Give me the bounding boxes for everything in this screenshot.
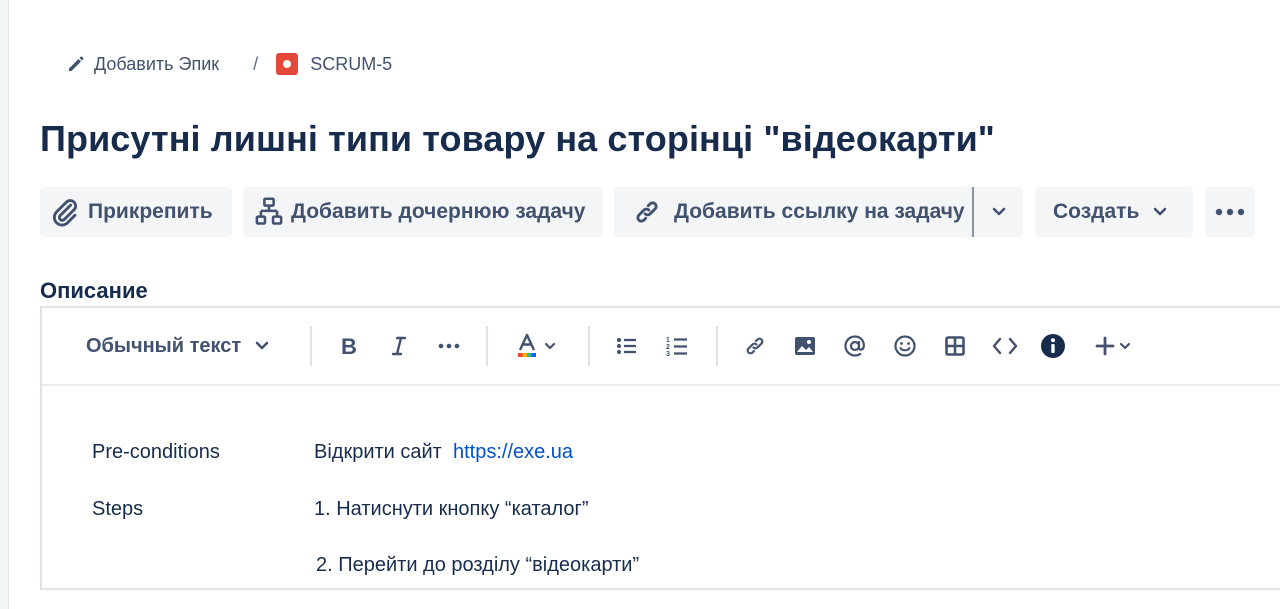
toolbar-divider [310, 326, 312, 366]
bug-icon [276, 53, 299, 75]
child-issue-icon [255, 197, 283, 225]
add-epic-link[interactable]: Добавить Эпик [66, 54, 219, 75]
steps-label: Steps [92, 498, 144, 520]
left-panel-edge [0, 0, 9, 609]
link-icon [636, 201, 658, 223]
create-label: Создать [1053, 200, 1140, 223]
emoji-button[interactable] [890, 332, 920, 360]
italic-button[interactable] [384, 332, 414, 360]
issue-key-label: SCRUM-5 [310, 53, 393, 74]
code-icon [992, 337, 1018, 355]
create-button[interactable]: Создать [1035, 187, 1193, 237]
precondition-value: Відкрити сайт https://exe.ua [314, 441, 573, 464]
site-link[interactable]: https://exe.ua [453, 441, 573, 463]
description-editor[interactable]: Обычный текст B 1 2 3 Pre-conditions Від… [40, 306, 1280, 590]
insert-icon [1095, 336, 1115, 356]
bullet-list-icon [617, 338, 636, 354]
insert-link-button[interactable] [740, 332, 770, 360]
bold-button[interactable]: B [334, 332, 364, 360]
insert-image-button[interactable] [790, 332, 820, 360]
text-color-button[interactable] [510, 332, 562, 360]
chevron-down-icon [1154, 207, 1167, 216]
breadcrumb: Добавить Эпик / SCRUM-5 [66, 50, 392, 78]
chevron-down-icon [255, 341, 269, 350]
paperclip-icon [52, 199, 78, 227]
code-snippet-button[interactable] [990, 332, 1020, 360]
text-style-dropdown[interactable]: Обычный текст [86, 332, 276, 360]
bullet-list-button[interactable] [612, 332, 642, 360]
add-epic-label: Добавить Эпик [94, 53, 220, 74]
more-formatting-button[interactable] [434, 332, 464, 360]
add-link-dropdown-button[interactable] [974, 187, 1023, 237]
precondition-text: Відкрити сайт [314, 441, 442, 463]
chevron-down-icon [544, 342, 556, 350]
chevron-down-icon [1119, 342, 1131, 350]
numbered-list-icon: 1 2 3 [666, 337, 687, 357]
issue-actions-toolbar: Прикрепить Добавить дочернюю задачу Доба… [40, 187, 1255, 237]
attach-button[interactable]: Прикрепить [40, 187, 232, 237]
table-icon [945, 336, 965, 356]
add-link-label: Добавить ссылку на задачу [674, 200, 965, 223]
insert-table-button[interactable] [940, 332, 970, 360]
emoji-icon [894, 335, 916, 357]
image-icon [795, 337, 815, 355]
add-link-split-button: Добавить ссылку на задачу [614, 187, 1023, 237]
toolbar-divider [716, 326, 718, 366]
bold-icon: B [341, 335, 357, 357]
svg-text:B: B [341, 335, 357, 357]
issue-title[interactable]: Присутні лишні типи товару на сторінці "… [40, 118, 995, 160]
add-issue-link-button[interactable]: Добавить ссылку на задачу [614, 187, 974, 237]
toolbar-divider [588, 326, 590, 366]
text-color-icon [518, 333, 536, 357]
mention-button[interactable] [840, 332, 870, 360]
pencil-icon [69, 56, 84, 71]
add-child-issue-button[interactable]: Добавить дочернюю задачу [243, 187, 603, 237]
text-style-label: Обычный текст [86, 334, 242, 357]
step-item: 1. Натиснути кнопку “каталог” [314, 498, 589, 520]
insert-more-button[interactable] [1088, 332, 1138, 360]
issue-key-link[interactable]: SCRUM-5 [276, 53, 392, 75]
toolbar-divider [486, 326, 488, 366]
info-panel-button[interactable] [1038, 332, 1068, 360]
step-item: 2. Перейти до розділу “відеокарти” [316, 554, 640, 576]
chevron-down-icon [992, 207, 1005, 216]
svg-text:1: 1 [666, 337, 670, 344]
svg-text:2: 2 [666, 344, 670, 351]
attach-label: Прикрепить [88, 200, 213, 223]
description-label: Описание [40, 278, 148, 303]
mention-icon [844, 335, 865, 357]
breadcrumb-separator: / [253, 53, 259, 74]
editor-content[interactable]: Pre-conditions Відкрити сайт https://exe… [42, 386, 1280, 588]
add-child-label: Добавить дочернюю задачу [291, 200, 586, 223]
more-actions-button[interactable] [1205, 187, 1255, 237]
numbered-list-button[interactable]: 1 2 3 [662, 332, 692, 360]
ellipsis-icon [1215, 208, 1245, 216]
info-panel-icon [1041, 334, 1065, 358]
link-icon [746, 337, 764, 355]
italic-icon [391, 336, 407, 356]
precondition-label: Pre-conditions [92, 441, 220, 463]
more-formatting-icon [438, 343, 460, 349]
svg-text:3: 3 [666, 351, 670, 357]
editor-toolbar: Обычный текст B 1 2 3 [42, 308, 1280, 386]
